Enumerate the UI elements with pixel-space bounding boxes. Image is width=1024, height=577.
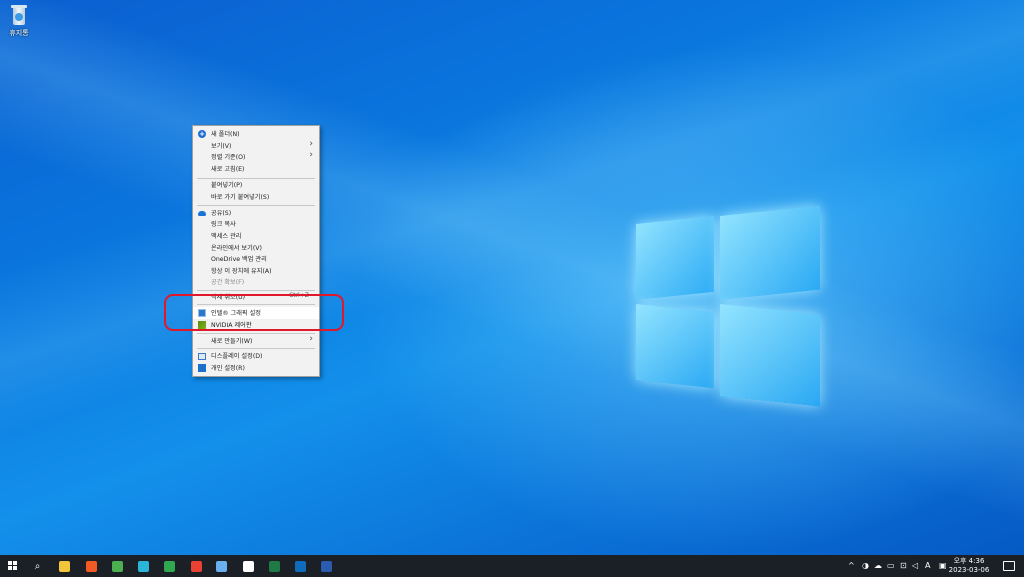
start-button[interactable] <box>0 555 25 577</box>
menu-item-paste-shortcut[interactable]: 바로 가기 붙여넣기(S) <box>193 191 319 203</box>
recycle-bin-desktop-icon[interactable]: 휴지통 <box>2 4 36 38</box>
menu-item-display-settings[interactable]: 디스플레이 설정(D) <box>193 350 319 362</box>
red-annotation-highlight <box>164 294 344 331</box>
onedrive-cloud-icon <box>198 211 206 216</box>
taskbar-app-button[interactable] <box>79 555 104 577</box>
taskbar-app-button[interactable] <box>52 555 77 577</box>
menu-separator <box>197 333 315 334</box>
chevron-right-icon: › <box>309 150 313 160</box>
recycle-bin-label: 휴지통 <box>9 29 29 37</box>
taskbar-app-button[interactable] <box>236 555 261 577</box>
taskbar-app-button[interactable] <box>209 555 234 577</box>
menu-item-new-folder[interactable]: + 새 폴더(N) <box>193 128 319 140</box>
clock-time: 오후 4:36 <box>953 557 985 565</box>
recycle-bin-icon <box>10 4 28 26</box>
menu-item-manage-access[interactable]: 액세스 관리 <box>193 230 319 242</box>
menu-item-free-up-space: 공간 확보(F) <box>211 279 245 286</box>
chrome-icon <box>112 560 123 572</box>
taskbar-app-button[interactable] <box>105 555 130 577</box>
clock-date: 2023-03-06 <box>948 566 990 574</box>
desktop-context-menu: + 새 폴더(N) 보기(V) › 정렬 기준(O) › 새로 고침(E) 붙여… <box>192 125 320 377</box>
battery-icon[interactable]: ▭ <box>887 561 895 570</box>
kiwi-app-icon <box>138 560 149 572</box>
menu-item-sort-by[interactable]: 정렬 기준(O) › <box>193 150 319 163</box>
menu-separator <box>197 205 315 206</box>
search-button[interactable]: ⌕ <box>25 555 50 577</box>
clock[interactable]: 오후 4:36 2023-03-06 <box>944 557 994 575</box>
chevron-right-icon: › <box>309 139 313 149</box>
menu-item-copy-link[interactable]: 링크 복사 <box>193 218 319 230</box>
volume-icon[interactable]: ◁ <box>912 561 918 570</box>
wallpaper-light-beam <box>0 0 1024 577</box>
tablet-app-icon <box>216 560 227 572</box>
personalize-icon <box>198 364 206 372</box>
circle-app-icon <box>191 560 202 572</box>
notion-icon <box>243 560 254 572</box>
notification-icon[interactable] <box>1003 561 1015 571</box>
network-icon[interactable]: ⊡ <box>900 561 907 570</box>
taskbar-app-button[interactable] <box>131 555 156 577</box>
menu-item-personalize[interactable]: 개인 설정(R) <box>193 362 319 374</box>
onedrive-tray-icon[interactable]: ☁ <box>874 561 882 570</box>
menu-separator <box>197 348 315 349</box>
chevron-up-icon[interactable]: ^ <box>848 561 855 570</box>
windows-logo-wallpaper <box>636 204 822 407</box>
menu-item-new[interactable]: 새로 만들기(W) › <box>193 334 319 347</box>
system-tray: ^ ◑ ☁ ▭ ⊡ ◁ A ▣ 오후 4:36 2023-03-06 <box>844 555 1024 577</box>
word-icon <box>321 560 332 572</box>
app-tray-icon[interactable]: ◑ <box>862 561 869 570</box>
excel-icon <box>269 560 280 572</box>
menu-item-onedrive-backup[interactable]: OneDrive 백업 관리 <box>193 253 319 265</box>
display-settings-icon <box>198 353 206 360</box>
plus-circle-icon: + <box>198 130 206 138</box>
menu-item-paste[interactable]: 붙여넣기(P) <box>193 179 319 191</box>
outlook-icon <box>295 560 306 572</box>
windows-start-icon <box>7 561 18 571</box>
wallpaper-light-beam <box>0 0 1024 577</box>
menu-item-refresh[interactable]: 새로 고침(E) <box>193 163 319 175</box>
taskbar-app-button[interactable] <box>262 555 287 577</box>
search-icon: ⌕ <box>34 560 41 572</box>
taskbar-app-button[interactable] <box>184 555 209 577</box>
shield-app-icon <box>164 560 175 572</box>
chevron-right-icon: › <box>309 334 313 344</box>
taskbar-app-button[interactable] <box>288 555 313 577</box>
taskbar-app-button[interactable] <box>157 555 182 577</box>
brave-browser-icon <box>86 560 97 572</box>
ime-indicator[interactable]: A <box>925 561 930 570</box>
taskbar: ⌕ ^ ◑ ☁ ▭ ⊡ ◁ A ▣ 오후 4:36 2023-03-06 <box>0 555 1024 577</box>
file-explorer-icon <box>59 560 70 572</box>
taskbar-app-button[interactable] <box>314 555 339 577</box>
